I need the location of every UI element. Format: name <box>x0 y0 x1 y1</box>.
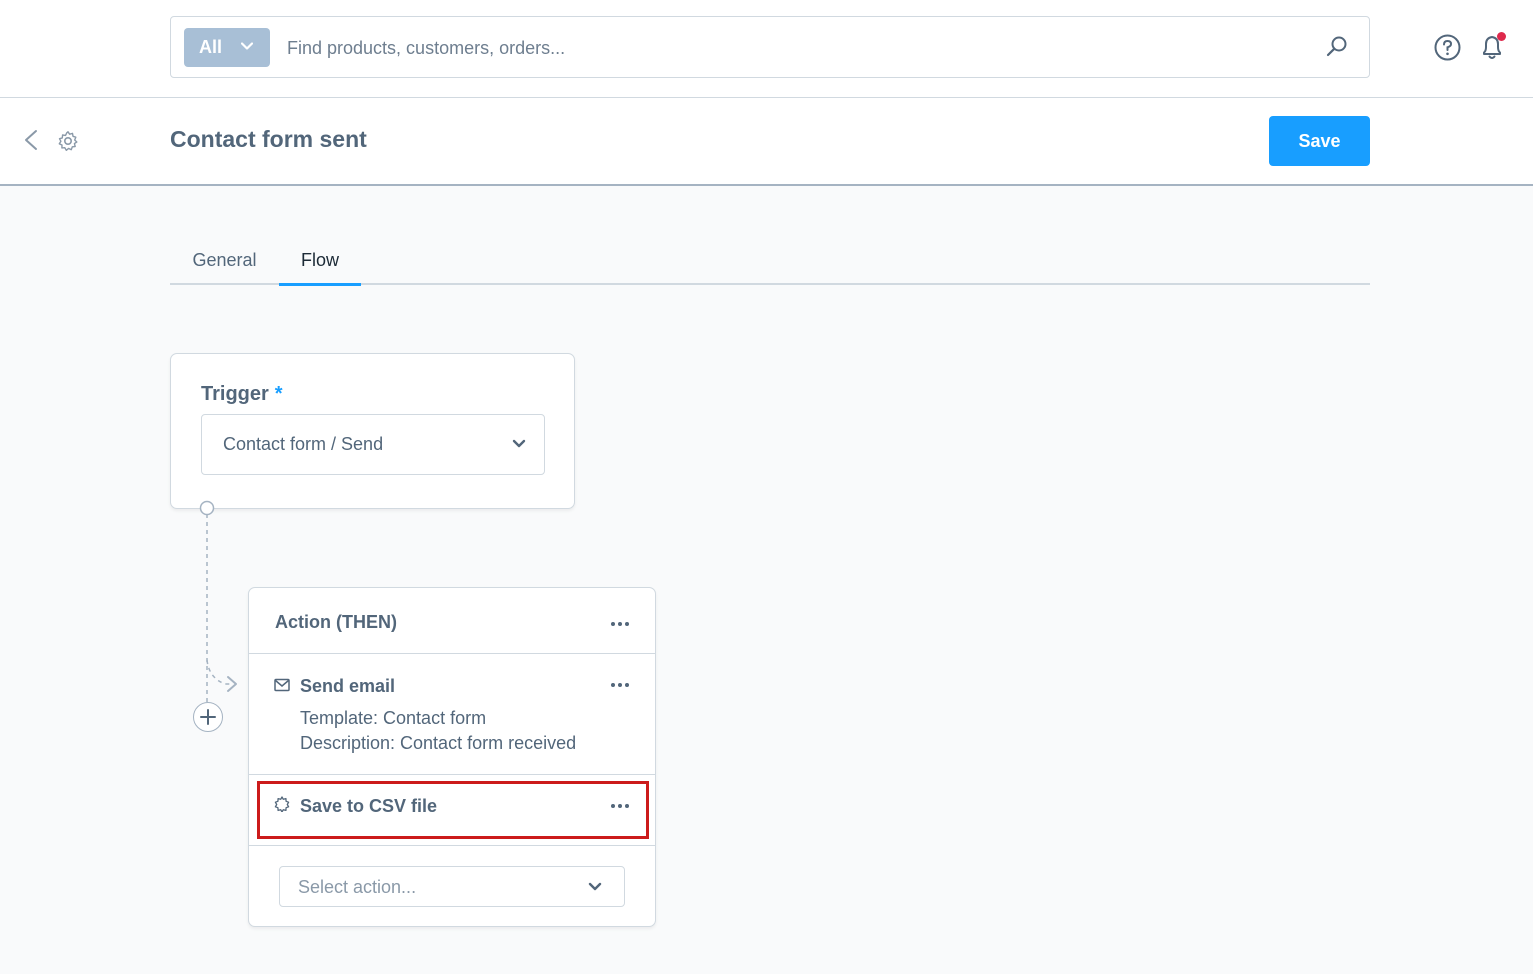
tab-general[interactable]: General <box>170 236 279 285</box>
trigger-label: Trigger * <box>201 383 283 406</box>
chevron-down-icon <box>241 42 253 50</box>
sequence-detail: Template: Contact form <box>300 708 487 728</box>
required-mark: * <box>274 383 283 405</box>
tab-bar: General Flow <box>170 236 1370 286</box>
action-card: Action (THEN) Send email Template: Conta… <box>248 587 656 927</box>
trigger-select[interactable]: Contact form / Send <box>201 414 545 475</box>
help-icon[interactable] <box>1434 34 1461 61</box>
more-icon[interactable] <box>606 796 634 816</box>
puzzle-gear-icon <box>274 796 290 812</box>
page-title: Contact form sent <box>170 126 367 152</box>
more-icon[interactable] <box>606 614 634 634</box>
action-header: Action (THEN) <box>249 588 655 654</box>
sequence-detail: Description: Contact form received <box>300 733 577 753</box>
gear-icon[interactable] <box>57 130 79 152</box>
plus-icon <box>200 709 216 725</box>
notification-badge <box>1497 32 1506 41</box>
sequence-save-csv: Save to CSV file <box>249 775 655 846</box>
save-button[interactable]: Save <box>1269 116 1370 166</box>
sequence-name: Save to CSV file <box>300 796 438 816</box>
add-action-button[interactable] <box>193 702 223 732</box>
select-action-placeholder: Select action... <box>298 877 417 897</box>
chevron-down-icon <box>512 439 526 448</box>
search-input[interactable] <box>287 31 1287 65</box>
tab-flow[interactable]: Flow <box>279 236 361 286</box>
mail-icon <box>274 678 290 692</box>
sequence-send-email: Send email Template: Contact form Descri… <box>249 654 655 775</box>
search-icon[interactable] <box>1325 35 1349 59</box>
select-action-dropdown[interactable]: Select action... <box>279 866 625 907</box>
global-search: All <box>170 16 1370 78</box>
sequence-name: Send email <box>300 676 396 696</box>
back-arrow-icon[interactable] <box>21 128 41 152</box>
chevron-down-icon <box>588 882 602 891</box>
top-bar: All <box>0 0 1533 98</box>
search-filter-label: All <box>199 37 223 57</box>
notifications-button[interactable] <box>1478 32 1508 62</box>
search-filter-dropdown[interactable]: All <box>184 28 270 67</box>
trigger-select-value: Contact form / Send <box>223 434 384 454</box>
action-title: Action (THEN) <box>275 612 397 632</box>
more-icon[interactable] <box>606 675 634 695</box>
trigger-label-text: Trigger <box>201 383 269 405</box>
page-header: Contact form sent Save <box>0 98 1533 186</box>
trigger-card: Trigger * Contact form / Send <box>170 353 575 509</box>
